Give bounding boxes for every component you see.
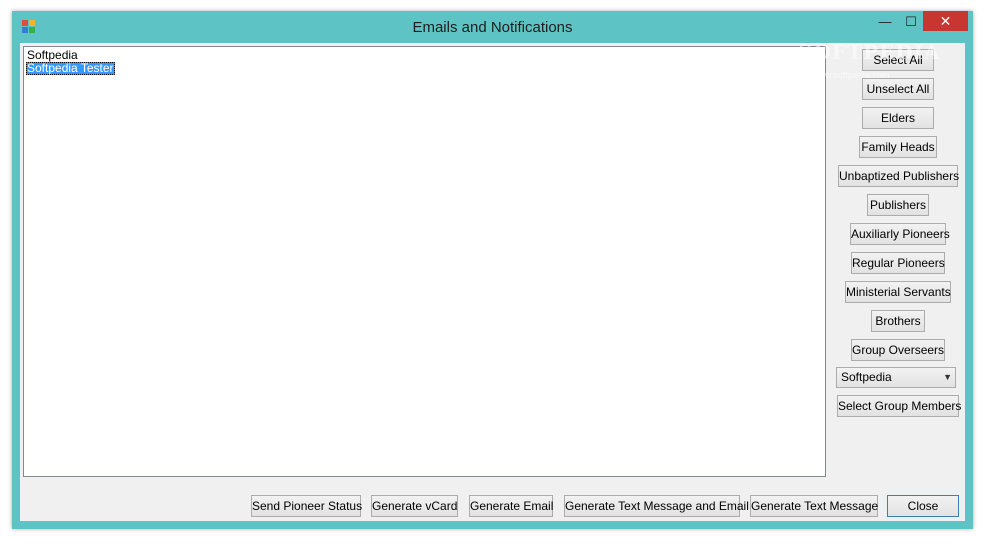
- maximize-icon[interactable]: ☐: [898, 11, 924, 33]
- title-bar[interactable]: Emails and Notifications — ☐ ✕: [12, 11, 973, 43]
- chevron-down-icon[interactable]: ▼: [943, 368, 952, 387]
- auxiliary-pioneers-button[interactable]: Auxiliarly Pioneers: [850, 223, 950, 245]
- generate-text-and-email-button[interactable]: Generate Text Message and Email: [564, 495, 749, 517]
- family-heads-button[interactable]: Family Heads: [859, 136, 937, 158]
- brothers-button[interactable]: Brothers: [871, 310, 925, 332]
- window-title: Emails and Notifications: [412, 19, 573, 36]
- elders-button[interactable]: Elders: [862, 107, 934, 129]
- generate-email-button[interactable]: Generate Email: [469, 495, 553, 517]
- unbaptized-publishers-button[interactable]: Unbaptized Publishers: [838, 165, 959, 187]
- list-item-selected[interactable]: Softpedia Tester: [26, 62, 115, 75]
- client-area: Softpedia Softpedia Tester Select All Un…: [20, 43, 965, 521]
- close-button[interactable]: Close: [887, 495, 959, 517]
- group-select-value: Softpedia: [841, 370, 892, 384]
- ministerial-servants-button[interactable]: Ministerial Servants: [845, 281, 951, 303]
- generate-vcard-button[interactable]: Generate vCard: [371, 495, 458, 517]
- main-window: Emails and Notifications — ☐ ✕ Softpedia…: [12, 11, 973, 529]
- recipients-listbox[interactable]: Softpedia Softpedia Tester: [23, 46, 826, 477]
- group-select[interactable]: Softpedia ▼: [836, 367, 956, 388]
- select-group-members-button[interactable]: Select Group Members: [837, 395, 961, 417]
- regular-pioneers-button[interactable]: Regular Pioneers: [851, 252, 945, 274]
- group-overseers-button[interactable]: Group Overseers: [851, 339, 945, 361]
- generate-text-message-button[interactable]: Generate Text Message: [750, 495, 878, 517]
- send-pioneer-status-button[interactable]: Send Pioneer Status: [251, 495, 362, 517]
- close-icon[interactable]: ✕: [923, 11, 968, 31]
- select-all-button[interactable]: Select All: [862, 49, 934, 71]
- publishers-button[interactable]: Publishers: [867, 194, 929, 216]
- unselect-all-button[interactable]: Unselect All: [862, 78, 934, 100]
- minimize-icon[interactable]: —: [870, 11, 900, 33]
